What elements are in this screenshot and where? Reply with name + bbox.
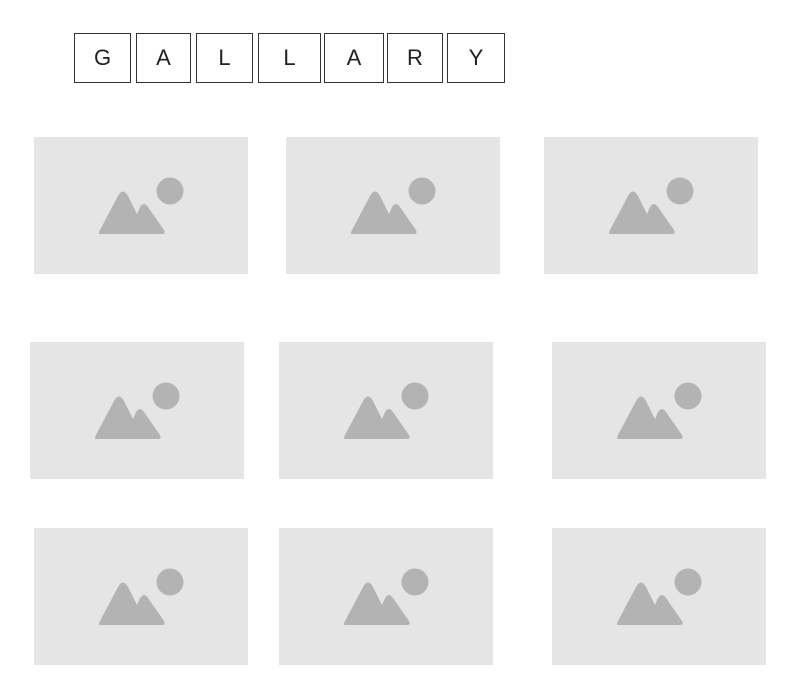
gallery-image-3[interactable] xyxy=(544,137,758,274)
gallery-image-9[interactable] xyxy=(552,528,766,665)
image-placeholder-icon xyxy=(344,568,429,625)
image-placeholder-icon xyxy=(617,382,702,439)
title-letter-g: G xyxy=(74,33,131,83)
title-letter-a-2: A xyxy=(324,33,384,83)
image-placeholder-icon xyxy=(344,382,429,439)
image-placeholder-icon xyxy=(99,177,184,234)
gallery-image-6[interactable] xyxy=(552,342,766,479)
gallery-image-1[interactable] xyxy=(34,137,248,274)
gallery-image-7[interactable] xyxy=(34,528,248,665)
title-letter-l: L xyxy=(196,33,253,83)
gallery-image-2[interactable] xyxy=(286,137,500,274)
title-letter-l-2: L xyxy=(258,33,321,83)
gallery-image-5[interactable] xyxy=(279,342,493,479)
gallery-image-8[interactable] xyxy=(279,528,493,665)
title-letter-a: A xyxy=(136,33,191,83)
image-placeholder-icon xyxy=(99,568,184,625)
gallery-image-4[interactable] xyxy=(30,342,244,479)
image-placeholder-icon xyxy=(351,177,436,234)
image-placeholder-icon xyxy=(95,382,180,439)
title-letter-y: Y xyxy=(447,33,505,83)
image-placeholder-icon xyxy=(609,177,694,234)
image-placeholder-icon xyxy=(617,568,702,625)
title-letter-r: R xyxy=(387,33,443,83)
